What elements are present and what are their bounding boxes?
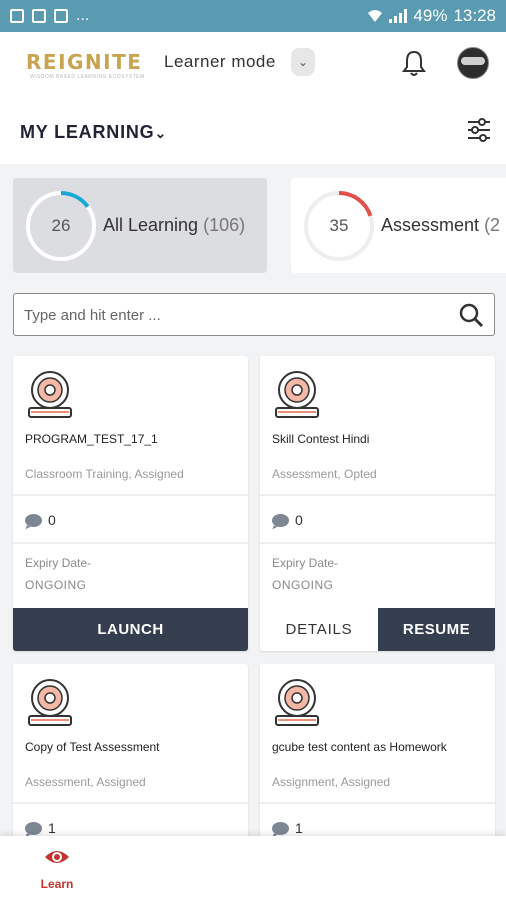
app-header: REIGNITE WISDOM BASED LEARNING ECOSYSTEM… (0, 32, 506, 96)
assessment-tile[interactable]: 35 Assessment (2 (291, 178, 506, 273)
learner-mode-label[interactable]: Learner mode (164, 52, 276, 72)
comment-icon (272, 513, 289, 527)
comment-icon (25, 513, 42, 527)
filter-sliders-icon[interactable] (466, 118, 492, 142)
signal-icon (389, 9, 408, 23)
chevron-down-icon: ⌄ (154, 125, 168, 141)
comment-icon (272, 821, 289, 835)
notification-bell-icon[interactable] (400, 48, 428, 78)
course-book-icon (28, 679, 72, 726)
course-card[interactable]: Skill Contest Hindi Assessment, Opted 0 … (260, 356, 495, 651)
expiry-value: ONGOING (25, 578, 87, 592)
clock: 13:28 (453, 6, 496, 25)
my-learning-dropdown[interactable]: MY LEARNING⌄ (20, 122, 167, 143)
progress-ring: 35 (303, 190, 375, 262)
status-right: 49% 13:28 (367, 6, 496, 26)
course-title: Skill Contest Hindi (272, 432, 370, 446)
status-bar: ... 49% 13:28 (0, 0, 506, 32)
tile-label: Assessment (2 (381, 215, 501, 235)
mode-dropdown-button[interactable]: ⌄ (291, 48, 315, 76)
divider (13, 542, 248, 544)
comments[interactable]: 1 (25, 820, 56, 836)
course-book-icon (275, 371, 319, 418)
divider (13, 494, 248, 496)
details-button[interactable]: DETAILS (260, 608, 378, 651)
chevron-down-icon: ⌄ (297, 55, 309, 69)
status-left: ... (10, 7, 89, 25)
search-box (13, 293, 495, 336)
status-more: ... (76, 7, 90, 24)
search-icon[interactable] (458, 302, 484, 328)
course-card[interactable]: Copy of Test Assessment Assessment, Assi… (13, 664, 248, 854)
wifi-icon (368, 10, 383, 22)
battery-level: 49% (413, 6, 448, 25)
nav-item-learn[interactable]: Learn (32, 848, 82, 891)
expiry-value: ONGOING (272, 578, 334, 592)
logo-subtitle: WISDOM BASED LEARNING ECOSYSTEM (30, 74, 145, 80)
section-header: MY LEARNING⌄ (0, 96, 506, 164)
course-type: Assignment, Assigned (272, 775, 391, 789)
launch-button[interactable]: LAUNCH (13, 608, 248, 651)
section-title: MY LEARNING (20, 122, 155, 142)
user-avatar[interactable] (457, 47, 489, 79)
course-title: gcube test content as Homework (272, 740, 447, 754)
course-title: Copy of Test Assessment (25, 740, 160, 754)
course-book-icon (28, 371, 72, 418)
course-card[interactable]: PROGRAM_TEST_17_1 Classroom Training, As… (13, 356, 248, 651)
progress-ring: 26 (25, 190, 97, 262)
eye-icon (45, 851, 69, 863)
divider (260, 494, 495, 496)
reignite-logo[interactable]: REIGNITE (26, 50, 142, 74)
comments[interactable]: 0 (25, 512, 56, 528)
course-type: Classroom Training, Assigned (25, 467, 184, 481)
window-notification-icon (54, 9, 68, 23)
tile-count: 35 (329, 216, 349, 235)
course-type: Assessment, Opted (272, 467, 377, 481)
flag-notification-icon (32, 9, 46, 23)
image-notification-icon (10, 9, 24, 23)
comments[interactable]: 0 (272, 512, 303, 528)
divider (260, 802, 495, 804)
bottom-navigation: Learn (0, 836, 506, 900)
resume-button[interactable]: RESUME (378, 608, 495, 651)
tile-count: 26 (51, 216, 71, 235)
expiry-label: Expiry Date- (272, 556, 339, 570)
comment-icon (25, 821, 42, 835)
all-learning-tile[interactable]: 26 All Learning (106) (13, 178, 267, 273)
divider (13, 802, 248, 804)
nav-label: Learn (40, 877, 74, 891)
expiry-label: Expiry Date- (25, 556, 92, 570)
tile-label: All Learning (106) (103, 215, 246, 235)
comments[interactable]: 1 (272, 820, 303, 836)
course-book-icon (275, 679, 319, 726)
course-type: Assessment, Assigned (25, 775, 146, 789)
course-card[interactable]: gcube test content as Homework Assignmen… (260, 664, 495, 854)
course-title: PROGRAM_TEST_17_1 (25, 432, 158, 446)
divider (260, 542, 495, 544)
search-input[interactable] (24, 304, 444, 326)
